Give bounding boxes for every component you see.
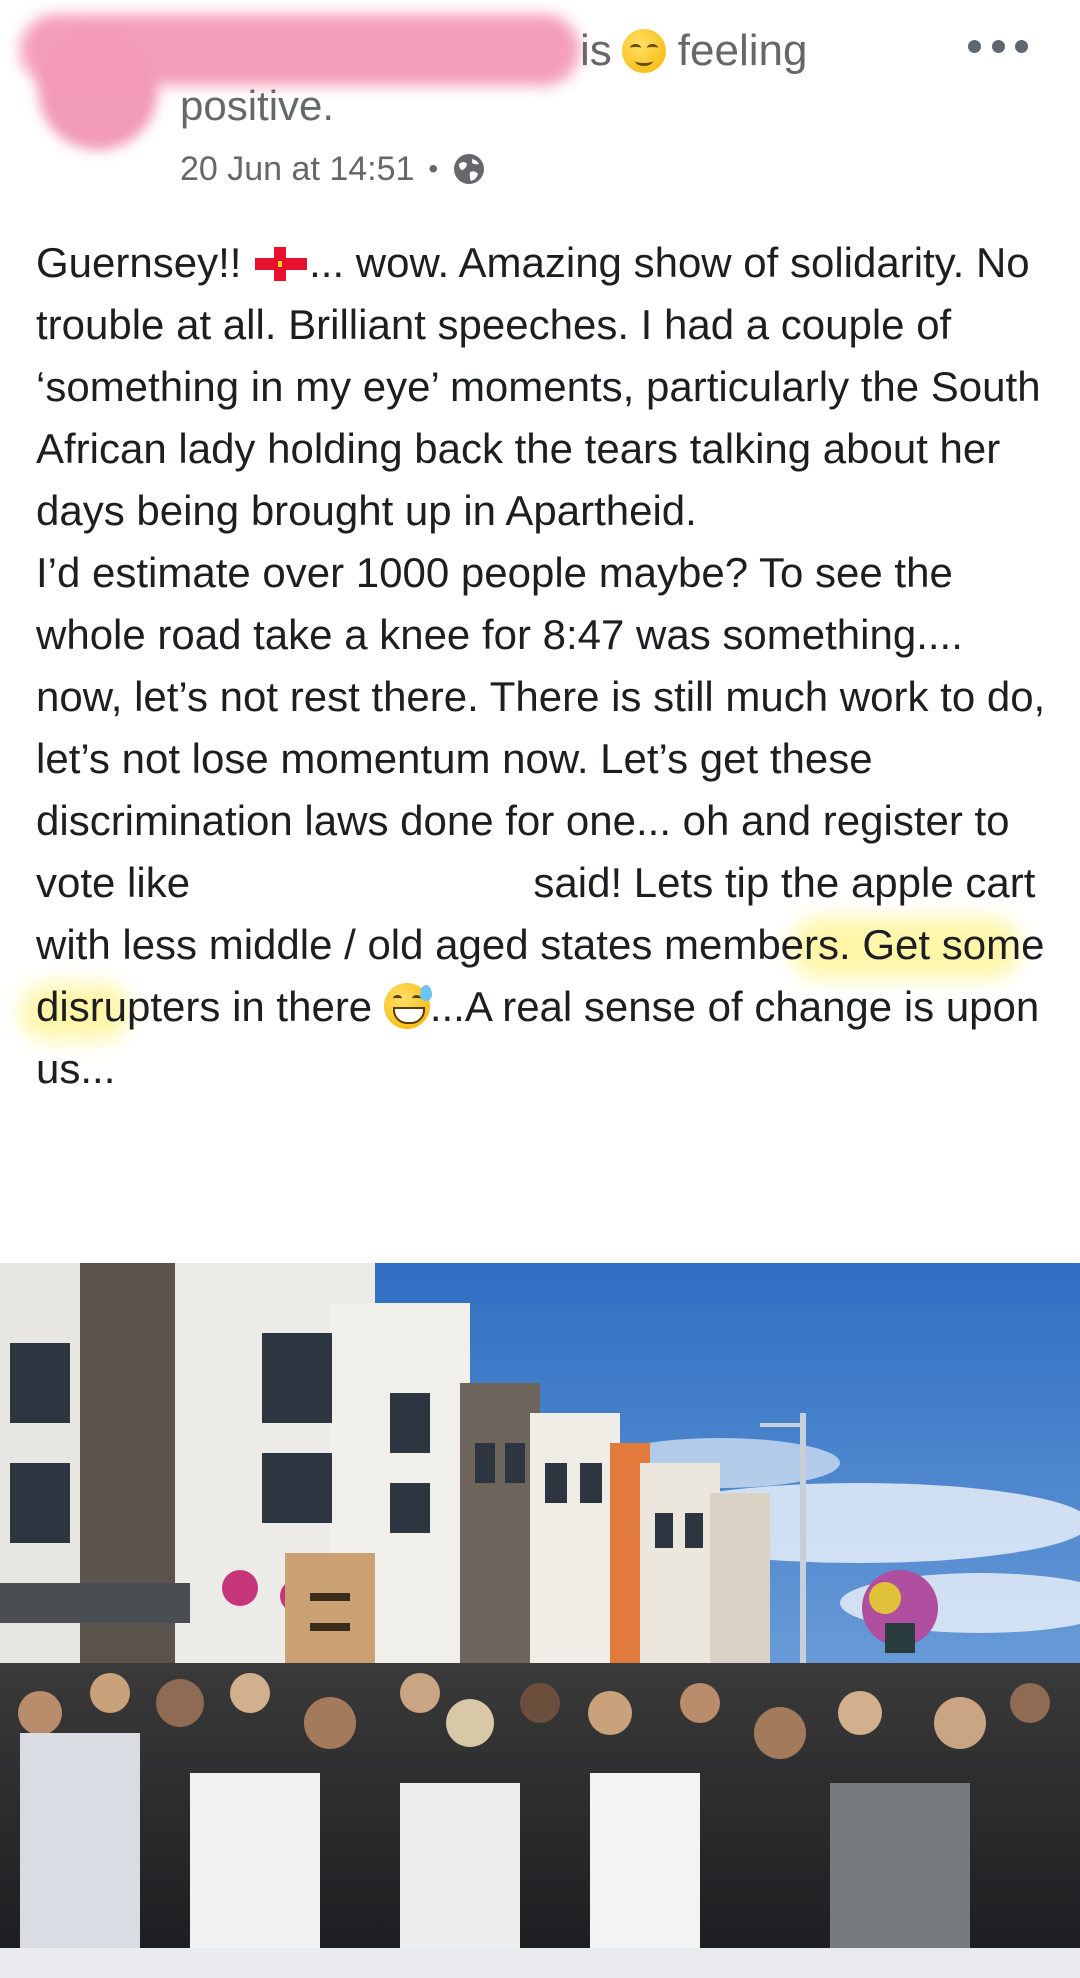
relieved-face-icon — [621, 29, 666, 73]
post-text: Guernsey!! ... wow. Amazing show of soli… — [36, 232, 1046, 1100]
verb-text: is — [580, 26, 612, 75]
post-photo[interactable] — [0, 1263, 1080, 1948]
author-name[interactable]: A — [180, 26, 580, 76]
post-header: A is feeling positive. 20 Jun at 14:51 • — [0, 0, 1080, 210]
grinning-sweat-icon — [383, 983, 432, 1029]
post-paragraph-1: Guernsey!! ... wow. Amazing show of soli… — [36, 232, 1046, 542]
globe-icon[interactable] — [452, 152, 486, 186]
feeling-value: positive. — [180, 82, 335, 129]
text-segment: Guernsey!! — [36, 239, 254, 286]
timestamp-link[interactable]: 20 Jun at 14:51 — [180, 150, 414, 189]
protest-crowd-image — [0, 1263, 1080, 1948]
text-segment: I’d estimate over 1000 people maybe? To … — [36, 549, 1046, 906]
more-options-icon[interactable] — [968, 26, 1028, 66]
guernsey-flag-icon — [255, 247, 308, 281]
post-divider — [0, 1948, 1080, 1978]
meta-separator: • — [428, 153, 439, 184]
post-paragraph-2: I’d estimate over 1000 people maybe? To … — [36, 542, 1046, 1100]
post-title-line: A is feeling — [180, 20, 807, 82]
post-meta: 20 Jun at 14:51 • — [180, 144, 486, 194]
feeling-label: feeling — [677, 26, 808, 75]
